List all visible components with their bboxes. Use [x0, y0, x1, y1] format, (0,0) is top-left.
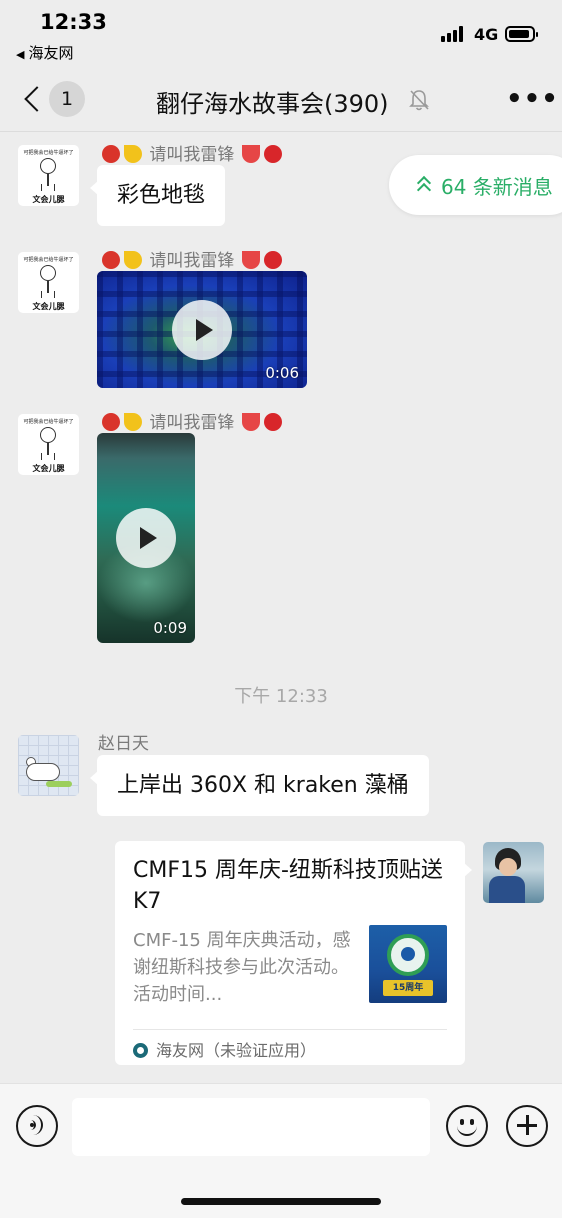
new-messages-label: 64 条新消息 — [441, 175, 553, 199]
message-timestamp: 下午 12:33 — [234, 686, 328, 707]
message-bubble[interactable]: 彩色地毯 — [89, 165, 226, 226]
double-chevron-up-icon — [417, 175, 431, 195]
battery-icon — [505, 26, 538, 42]
app-logo-icon — [133, 1043, 148, 1058]
message-input[interactable] — [72, 1098, 430, 1156]
divider — [133, 1029, 447, 1030]
my-avatar[interactable] — [483, 842, 544, 903]
video-message[interactable]: 0:09 — [97, 433, 195, 643]
new-messages-button[interactable]: 64 条新消息 — [389, 155, 562, 215]
emoji-icon[interactable] — [446, 1105, 488, 1147]
status-time: 12:33 — [40, 10, 107, 34]
sender-label: 请叫我雷锋 — [149, 413, 235, 433]
more-icon[interactable]: ••• — [506, 84, 559, 114]
banana-emoji-icon — [124, 413, 142, 431]
plus-icon[interactable] — [506, 1105, 548, 1147]
avatar[interactable]: 可把我会已给牛逼坏了 文会儿腮 — [18, 252, 79, 313]
video-message[interactable]: 0:06 — [97, 271, 307, 388]
back-chevron-icon[interactable] — [22, 84, 46, 114]
apple-emoji-icon — [263, 145, 282, 163]
sender-name: 赵日天 — [98, 734, 149, 754]
sender-name: 请叫我雷锋 — [100, 140, 284, 165]
avatar[interactable]: 可把我会已给牛逼坏了 文会儿腮 — [18, 145, 79, 206]
avatar-caption-top: 可把我会已给牛逼坏了 — [23, 150, 74, 156]
watermelon-emoji-icon — [241, 145, 260, 163]
banana-emoji-icon — [124, 251, 142, 269]
chat-header: 1 翻仔海水故事会(390) ••• — [0, 70, 562, 132]
watermelon-emoji-icon — [241, 413, 260, 431]
avatar-caption-top: 可把我会已给牛逼坏了 — [23, 419, 74, 425]
status-bar: 12:33 ◀ 海友网 4G — [0, 0, 562, 70]
card-source-label: 海友网（未验证应用） — [156, 1041, 317, 1060]
video-duration: 0:09 — [153, 619, 187, 637]
unread-badge[interactable]: 1 — [49, 81, 85, 117]
play-icon[interactable] — [116, 508, 176, 568]
signal-icon — [441, 26, 467, 42]
back-to-app-link[interactable]: ◀ 海友网 — [16, 42, 73, 63]
apple-emoji-icon — [263, 413, 282, 431]
strawberry-emoji-icon — [102, 145, 120, 163]
chat-title: 翻仔海水故事会(390) — [156, 90, 389, 118]
avatar-caption-bottom: 文会儿腮 — [32, 464, 65, 473]
thumb-label: 15周年 — [383, 980, 433, 996]
sender-name: 请叫我雷锋 — [100, 408, 284, 433]
back-app-label: 海友网 — [28, 44, 74, 62]
message-bubble[interactable]: 上岸出 360X 和 kraken 藻桶 — [90, 755, 429, 816]
card-title: CMF15 周年庆-纽斯科技顶贴送 K7 — [133, 858, 443, 914]
sender-label: 请叫我雷锋 — [149, 145, 235, 165]
shared-link-card[interactable]: CMF15 周年庆-纽斯科技顶贴送 K7 CMF-15 周年庆典活动，感谢纽斯科… — [115, 841, 472, 1065]
watermelon-emoji-icon — [241, 251, 260, 269]
avatar-caption-top: 可把我会已给牛逼坏了 — [23, 257, 74, 263]
play-icon[interactable] — [172, 300, 232, 360]
voice-icon[interactable] — [16, 1105, 58, 1147]
apple-emoji-icon — [263, 251, 282, 269]
avatar-caption-bottom: 文会儿腮 — [32, 195, 65, 204]
strawberry-emoji-icon — [102, 413, 120, 431]
card-source[interactable]: 海友网（未验证应用） — [133, 1037, 316, 1061]
avatar[interactable]: 可把我会已给牛逼坏了 文会儿腮 — [18, 414, 79, 475]
video-duration: 0:06 — [265, 364, 299, 382]
sender-name: 请叫我雷锋 — [100, 246, 284, 271]
avatar[interactable] — [18, 735, 79, 796]
mute-bell-icon — [409, 90, 429, 111]
logo-ring-icon — [387, 934, 429, 976]
strawberry-emoji-icon — [102, 251, 120, 269]
avatar-caption-bottom: 文会儿腮 — [32, 302, 65, 311]
network-type: 4G — [474, 25, 499, 44]
banana-emoji-icon — [124, 145, 142, 163]
sender-label: 请叫我雷锋 — [149, 251, 235, 271]
back-triangle-icon: ◀ — [16, 48, 25, 61]
card-description: CMF-15 周年庆典活动，感谢纽斯科技参与此次活动。活动时间... — [133, 930, 351, 1005]
card-thumbnail: 15周年 — [369, 925, 447, 1003]
home-indicator[interactable] — [181, 1198, 381, 1205]
